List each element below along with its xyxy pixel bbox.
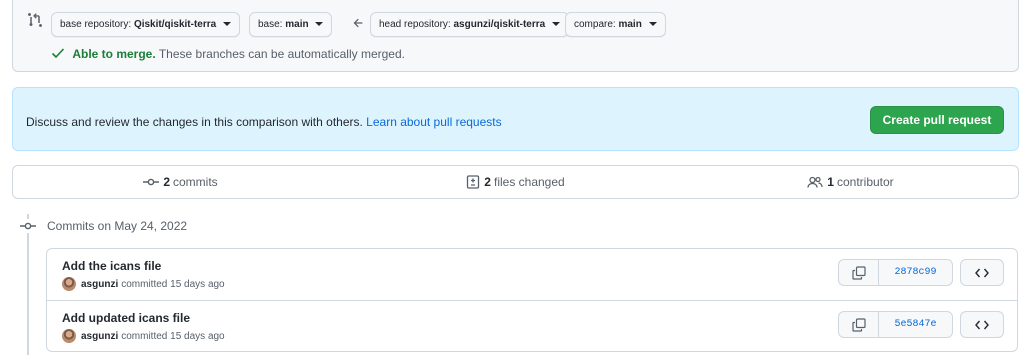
commit-sha-link[interactable]: 5e5847e [879, 312, 952, 337]
commits-date-heading: Commits on May 24, 2022 [47, 219, 188, 233]
commit-row: Add updated icans file asgunzi committed… [47, 300, 1017, 351]
head-repository-select[interactable]: head repository: asgunzi/qiskit-terra [370, 12, 569, 37]
contributors-count: 1 [827, 175, 834, 189]
base-repository-value: Qiskit/qiskit-terra [133, 19, 217, 30]
code-icon [975, 320, 989, 329]
commit-title[interactable]: Add updated icans file [62, 311, 190, 325]
base-branch-value: main [285, 19, 309, 30]
merge-status-label: Able to merge. [72, 47, 156, 61]
tab-commits[interactable]: 2 commits [13, 166, 348, 198]
tab-files-changed[interactable]: 2 files changed [348, 166, 683, 198]
tab-contributors[interactable]: 1 contributor [683, 166, 1018, 198]
browse-repo-button[interactable] [960, 311, 1004, 338]
browse-repo-button[interactable] [960, 259, 1004, 286]
base-branch-prefix: base: [258, 19, 283, 30]
commit-author[interactable]: asgunzi [81, 331, 118, 342]
commit-sha-group: 2878c99 [838, 259, 953, 286]
files-label: files changed [493, 175, 565, 189]
commit-time: committed 15 days ago [121, 278, 225, 290]
banner-text: Discuss and review the changes in this c… [26, 115, 502, 129]
files-count: 2 [484, 175, 491, 189]
head-repository-prefix: head repository: [379, 19, 451, 30]
git-commit-icon [20, 219, 36, 233]
caret-down-icon [648, 22, 657, 27]
commit-list: Add the icans file asgunzi committed 15 … [46, 248, 1018, 352]
avatar[interactable] [62, 277, 76, 291]
commit-time: committed 15 days ago [121, 330, 225, 342]
timeline-line [27, 214, 29, 355]
merge-status-message: These branches can be automatically merg… [158, 47, 405, 61]
commit-sha-link[interactable]: 2878c99 [879, 260, 952, 285]
commit-meta: asgunzi committed 15 days ago [62, 277, 225, 291]
caret-down-icon [222, 22, 231, 27]
file-diff-icon [467, 175, 480, 189]
create-pull-request-button[interactable]: Create pull request [870, 106, 1004, 134]
base-repository-prefix: base repository: [60, 19, 132, 30]
commit-title[interactable]: Add the icans file [62, 259, 161, 273]
head-repository-value: asgunzi/qiskit-terra [453, 19, 546, 30]
git-compare-icon [28, 13, 42, 27]
commits-count: 2 [163, 175, 170, 189]
compare-range-box: base repository: Qiskit/qiskit-terra bas… [12, 0, 1019, 72]
compare-branch-value: main [618, 19, 642, 30]
copy-sha-button[interactable] [839, 260, 879, 285]
banner-message: Discuss and review the changes in this c… [26, 115, 363, 129]
learn-about-prs-link[interactable]: Learn about pull requests [366, 115, 501, 129]
copy-icon [851, 317, 866, 332]
people-icon [807, 176, 823, 188]
commit-row: Add the icans file asgunzi committed 15 … [47, 249, 1017, 300]
merge-status: Able to merge. These branches can be aut… [51, 47, 405, 61]
arrow-left-icon [353, 18, 363, 28]
comparison-stats: 2 commits 2 files changed 1 contributor [12, 165, 1019, 199]
copy-icon [851, 265, 866, 280]
avatar[interactable] [62, 329, 76, 343]
caret-down-icon [315, 22, 324, 27]
code-icon [975, 268, 989, 277]
create-pr-banner: Discuss and review the changes in this c… [12, 87, 1019, 151]
commit-author[interactable]: asgunzi [81, 279, 118, 290]
contributors-label: contributor [836, 175, 894, 189]
commit-meta: asgunzi committed 15 days ago [62, 329, 225, 343]
compare-branch-select[interactable]: compare: main [565, 12, 666, 37]
base-repository-select[interactable]: base repository: Qiskit/qiskit-terra [51, 12, 240, 37]
compare-branch-prefix: compare: [574, 19, 616, 30]
git-commit-icon [143, 178, 160, 186]
base-branch-select[interactable]: base: main [249, 12, 333, 37]
commit-sha-group: 5e5847e [838, 311, 953, 338]
caret-down-icon [551, 22, 560, 27]
commits-label: commits [173, 175, 218, 189]
copy-sha-button[interactable] [839, 312, 879, 337]
check-icon [51, 48, 65, 59]
